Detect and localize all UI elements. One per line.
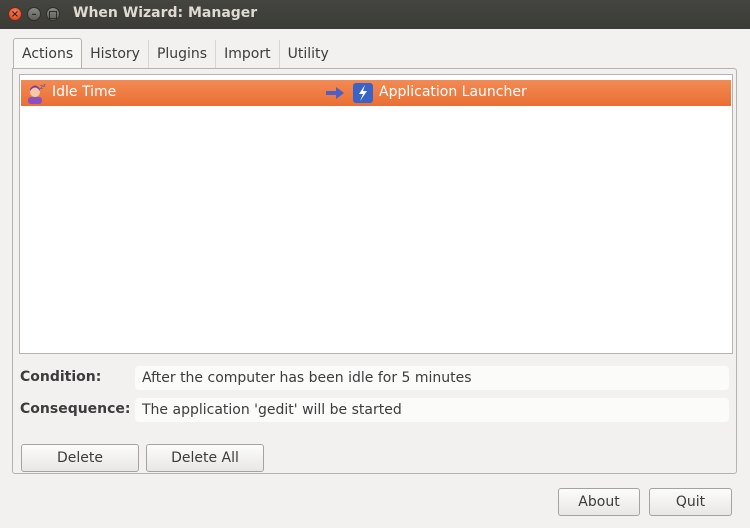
quit-button[interactable]: Quit [649, 488, 732, 516]
tab-plugins[interactable]: Plugins [149, 40, 217, 68]
idle-user-icon: z z [28, 83, 46, 104]
delete-all-button[interactable]: Delete All [146, 444, 264, 472]
maximize-icon [49, 11, 57, 19]
tab-utility[interactable]: Utility [280, 40, 337, 68]
maximize-window-button[interactable] [46, 7, 60, 21]
launcher-icon [353, 83, 373, 103]
svg-text:z: z [43, 83, 46, 89]
condition-name: Idle Time [52, 84, 117, 100]
title-bar: × – When Wizard: Manager [0, 0, 750, 29]
list-item[interactable]: z z Idle Time Application Launcher [21, 80, 731, 106]
app-window: × – When Wizard: Manager Actions History… [0, 0, 750, 528]
tab-import[interactable]: Import [216, 40, 280, 68]
minimize-window-button[interactable]: – [27, 7, 41, 21]
consequence-value: The application 'gedit' will be started [135, 398, 729, 422]
right-arrow-icon [326, 87, 344, 99]
window-title: When Wizard: Manager [73, 5, 258, 21]
condition-label: Condition: [20, 369, 102, 385]
tab-actions[interactable]: Actions [13, 38, 83, 68]
minimize-icon: – [31, 9, 37, 20]
tab-history[interactable]: History [82, 40, 149, 68]
about-button[interactable]: About [558, 488, 640, 516]
close-window-button[interactable]: × [8, 7, 22, 21]
condition-value: After the computer has been idle for 5 m… [135, 366, 729, 390]
close-icon: × [10, 9, 20, 20]
consequence-name: Application Launcher [379, 84, 527, 100]
delete-button[interactable]: Delete [21, 444, 139, 472]
actions-list[interactable]: z z Idle Time Application Launcher [19, 74, 733, 354]
consequence-label: Consequence: [20, 401, 131, 417]
tab-bar: Actions History Plugins Import Utility [13, 38, 337, 69]
